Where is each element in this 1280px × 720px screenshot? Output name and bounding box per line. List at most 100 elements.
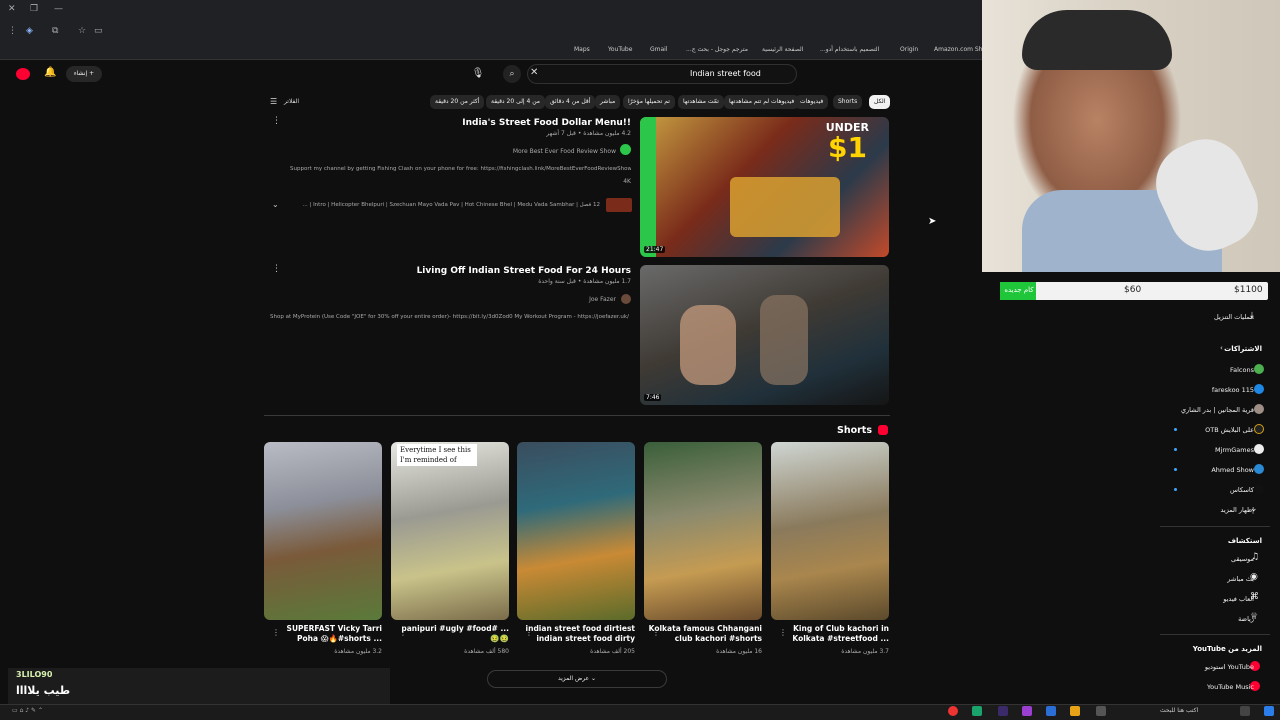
- search-icon[interactable]: ⌕: [503, 65, 521, 83]
- video-title[interactable]: India's Street Food Dollar Menu!!: [440, 118, 631, 128]
- short-title[interactable]: Kolkata famous Chhangani club kachori #s…: [644, 624, 762, 644]
- bookmark-item[interactable]: الصفحة الرئيسية: [762, 46, 803, 53]
- video-thumbnail[interactable]: 7:46: [640, 265, 889, 405]
- chip-4-20[interactable]: من 4 إلى 20 دقيقة: [486, 95, 545, 109]
- close-icon[interactable]: ✕: [8, 4, 16, 14]
- short-thumbnail[interactable]: Everytime I see this I'm reminded of: [391, 442, 509, 620]
- sidebar-item-sub[interactable]: MjrmGames: [1215, 446, 1254, 454]
- more-options-icon[interactable]: ⋮: [272, 264, 281, 274]
- bookmark-item[interactable]: Origin: [900, 46, 918, 53]
- show-more-label: عرض المزيد: [557, 675, 590, 682]
- chip-recent[interactable]: تم تحميلها مؤخرًا: [623, 95, 675, 109]
- channel-avatar: [1254, 464, 1264, 474]
- chip-unwatched[interactable]: فيديوهات لم تتم مشاهدتها: [724, 95, 800, 109]
- folder-icon[interactable]: [1070, 706, 1080, 716]
- chapters[interactable]: 12 فصل | Intro | Helicopter Bhelpuri | S…: [288, 202, 600, 208]
- chrome-icon[interactable]: [948, 706, 958, 716]
- clear-icon[interactable]: ✕: [530, 67, 538, 78]
- chip-over-20[interactable]: أكثر من 20 دقيقة: [430, 95, 485, 109]
- restore-icon[interactable]: ❐: [30, 4, 38, 14]
- taskbar-search[interactable]: اكتب هنا للبحث: [1160, 707, 1198, 714]
- more-options-icon[interactable]: ⋮: [399, 628, 407, 637]
- sidebar-item-downloads[interactable]: عمليات التنزيل: [1214, 313, 1254, 321]
- taskbar-app-icon[interactable]: [972, 706, 982, 716]
- short-thumbnail[interactable]: [264, 442, 382, 620]
- more-options-icon[interactable]: ⋮: [652, 628, 660, 637]
- more-options-icon[interactable]: ⋮: [272, 628, 280, 637]
- video-title[interactable]: Living Off Indian Street Food For 24 Hou…: [400, 266, 631, 276]
- channel-name[interactable]: More Best Ever Food Review Show: [400, 148, 616, 155]
- cast-icon[interactable]: ▭: [94, 26, 103, 36]
- sidebar-item-sports[interactable]: رياضة: [1238, 615, 1254, 623]
- short-thumbnail[interactable]: [771, 442, 889, 620]
- sidebar-item-sub[interactable]: على البلايش OTB: [1205, 426, 1254, 434]
- minimize-icon[interactable]: —: [54, 4, 63, 14]
- bookmark-item[interactable]: Maps: [574, 46, 590, 53]
- taskbar-app-icon[interactable]: [1096, 706, 1106, 716]
- sidebar-item-live[interactable]: بث مباشر: [1227, 575, 1254, 583]
- filter-icon[interactable]: ☰: [270, 97, 277, 106]
- channel-avatar: [1254, 484, 1264, 494]
- chip-watched[interactable]: تمّت مشاهدتها: [678, 95, 724, 109]
- duration-badge: 21:47: [644, 246, 666, 253]
- bookmark-item[interactable]: التصميم باستخدام أدو...: [820, 46, 879, 53]
- chip-videos[interactable]: فيديوهات: [795, 95, 829, 109]
- sidebar-item-sub[interactable]: fareskoo 115: [1212, 386, 1254, 394]
- mic-icon[interactable]: 🎙: [470, 65, 486, 83]
- sidebar-item-music-app[interactable]: YouTube Music: [1207, 683, 1254, 691]
- chip-under-4[interactable]: أقل من 4 دقائق: [545, 95, 596, 109]
- show-more-button[interactable]: ⌄ عرض المزيد: [487, 670, 667, 688]
- channel-name[interactable]: Joe Fazer: [480, 296, 616, 303]
- short-title[interactable]: King of Club kachori in Kolkata #streetf…: [771, 624, 889, 644]
- create-button[interactable]: إنشاء +: [66, 66, 102, 82]
- taskbar-app-icon[interactable]: [1022, 706, 1032, 716]
- bookmark-item[interactable]: مترجم جوجل - بحث ج...: [686, 46, 748, 53]
- subscriptions-heading[interactable]: الاشتراكات: [1224, 345, 1262, 353]
- sidebar-item-sub[interactable]: كاسكاس: [1230, 486, 1254, 494]
- avatar[interactable]: [16, 68, 30, 80]
- more-options-icon[interactable]: ⋮: [779, 628, 787, 637]
- sidebar-item-music[interactable]: موسيقى: [1231, 555, 1254, 563]
- short-thumbnail[interactable]: [517, 442, 635, 620]
- sidebar-item-studio[interactable]: YouTube استوديو: [1205, 663, 1254, 671]
- bookmark-item[interactable]: Amazon.com Sho: [934, 46, 986, 53]
- video-description: Shop at MyProtein (Use Code "JOE" for 30…: [270, 314, 631, 320]
- premiere-icon[interactable]: [998, 706, 1008, 716]
- extension-icon[interactable]: ◈: [26, 26, 33, 36]
- chip-shorts[interactable]: Shorts: [833, 95, 863, 109]
- short-views: 580 ألف مشاهدة: [464, 648, 509, 655]
- filter-label[interactable]: الفلاتر: [284, 98, 299, 105]
- chip-live[interactable]: مباشر: [595, 95, 621, 109]
- donation-goal: $1100: [1234, 285, 1263, 295]
- sidebar-item-show-more[interactable]: إظهار المزيد: [1220, 506, 1254, 514]
- bookmark-item[interactable]: Gmail: [650, 46, 668, 53]
- video-thumbnail[interactable]: UNDER $1 21:47: [640, 117, 889, 257]
- channel-avatar[interactable]: [621, 294, 631, 304]
- chevron-left-icon[interactable]: ‹: [1220, 344, 1223, 352]
- bookmark-item[interactable]: YouTube: [608, 46, 632, 53]
- more-options-icon[interactable]: ⋮: [525, 628, 533, 637]
- chevron-down-icon[interactable]: ⌄: [272, 200, 279, 209]
- notifications-bell-icon[interactable]: 🔔: [44, 67, 56, 78]
- short-thumbnail[interactable]: [644, 442, 762, 620]
- task-view-icon[interactable]: [1240, 706, 1250, 716]
- sidebar-item-gaming[interactable]: ألعاب فيديو: [1223, 595, 1254, 603]
- taskbar-app-icon[interactable]: [1046, 706, 1056, 716]
- duration-badge: 7:46: [644, 394, 662, 401]
- channel-avatar: [1254, 364, 1264, 374]
- short-title[interactable]: panipuri #ugly #food# ... 🤢🤢: [391, 624, 509, 644]
- share-icon[interactable]: ⧉: [52, 26, 58, 36]
- chip-all[interactable]: الكل: [869, 95, 891, 109]
- sidebar-item-sub[interactable]: Falcons: [1230, 366, 1254, 374]
- short-title[interactable]: SUPERFAST Vicky Tarri Poha 😱🔥#shorts ...: [264, 624, 382, 644]
- sidebar-item-sub[interactable]: Ahmed Show: [1211, 466, 1254, 474]
- more-icon[interactable]: ⋮: [8, 26, 17, 36]
- short-title[interactable]: indian street food dirtiest indian stree…: [517, 624, 635, 644]
- chat-username: 3LILO90: [16, 670, 53, 679]
- windows-start-icon[interactable]: [1264, 706, 1274, 716]
- new-content-dot: [1174, 428, 1177, 431]
- star-icon[interactable]: ☆: [78, 26, 86, 36]
- sidebar-item-sub[interactable]: قرية المجانين | بدر الشاري: [1181, 406, 1254, 414]
- more-options-icon[interactable]: ⋮: [272, 116, 281, 126]
- channel-avatar[interactable]: [620, 144, 631, 155]
